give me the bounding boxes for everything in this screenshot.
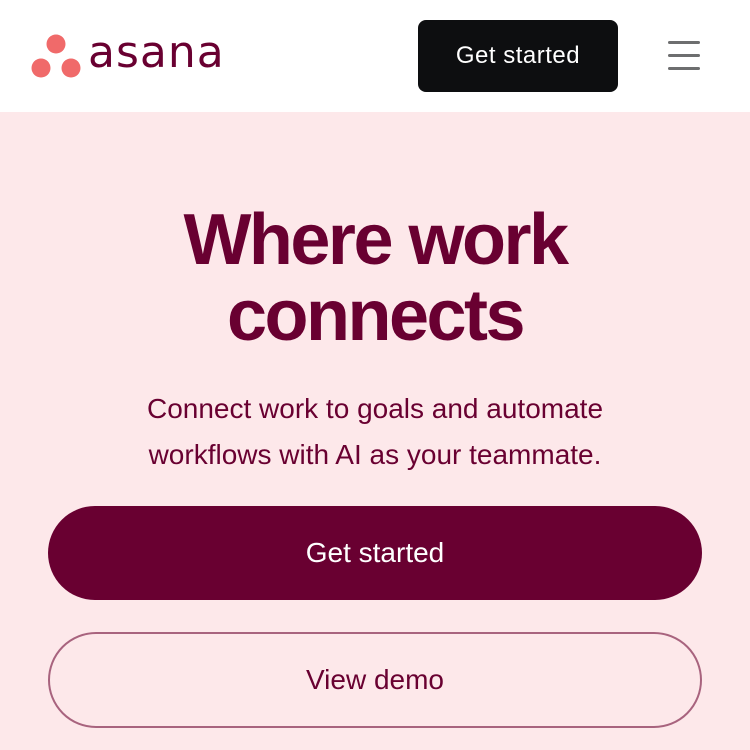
menu-bar [668, 41, 700, 44]
asana-logo[interactable]: asana [30, 27, 225, 80]
site-header: asana Get started [0, 0, 750, 112]
menu-bar [668, 54, 700, 57]
hamburger-menu-icon[interactable] [662, 38, 706, 74]
menu-bar [668, 67, 700, 70]
view-demo-button[interactable]: View demo [48, 632, 702, 728]
hero-title: Where work connects [0, 202, 750, 354]
hero-get-started-button[interactable]: Get started [48, 506, 702, 600]
hero-subtitle-line-1: Connect work to goals and automate [146, 393, 604, 424]
header-get-started-button[interactable]: Get started [418, 20, 618, 92]
hero-title-line-1: Where work [183, 200, 569, 280]
asana-logo-icon [31, 34, 81, 78]
logo-wordmark: asana [88, 27, 225, 78]
hero-section: Where work connects Connect work to goal… [0, 112, 750, 750]
hero-subtitle: Connect work to goals and automate workf… [95, 386, 655, 478]
hero-subtitle-line-2: workflows with AI as your teammate. [148, 439, 602, 470]
hero-title-line-2: connects [226, 276, 526, 356]
